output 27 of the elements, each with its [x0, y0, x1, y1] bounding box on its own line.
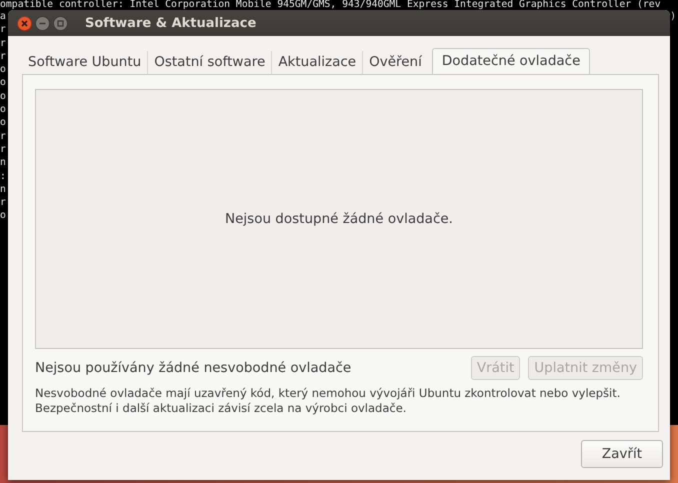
maximize-icon[interactable] [53, 16, 68, 30]
terminal-text: a [0, 10, 6, 24]
note-text: Nesvobodné ovladače mají uzavřený kód, který nemohou vývojáři Ubuntu zkontrolovat nebo vylepšit. Bezpečnostní i další aktualizaci závisí zcela na výrobci ovladače. [35, 386, 622, 416]
terminal-text: o [0, 116, 6, 130]
terminal-text: : [0, 170, 6, 183]
terminal-text: r [0, 196, 6, 210]
terminal-text: r [0, 23, 6, 37]
terminal-text: r [0, 36, 6, 50]
close-icon[interactable] [17, 16, 32, 30]
terminal-text: o [0, 63, 6, 76]
close-button[interactable]: Zavřít [580, 440, 663, 468]
tab[interactable]: Ověření [363, 51, 428, 74]
terminal-text: n [0, 156, 6, 170]
minimize-icon[interactable] [35, 16, 50, 30]
terminal-text: o [0, 90, 6, 104]
terminal-text: r [0, 50, 6, 64]
terminal-text: o [0, 103, 6, 116]
terminal-text: r [0, 142, 6, 156]
terminal-text: o [0, 76, 6, 90]
terminal-text: o [0, 209, 6, 223]
window-title: Software & Aktualizace [85, 16, 256, 30]
terminal-text: r [0, 130, 6, 143]
empty-message: Nejsou dostupné žádné ovladače. [225, 211, 453, 227]
tab[interactable]: Dodatečné ovladače [432, 48, 590, 74]
terminal-text: ) [670, 10, 676, 24]
terminal-text: n [0, 182, 6, 196]
status-text: Nejsou používány žádné nesvobodné ovladače [35, 360, 352, 376]
